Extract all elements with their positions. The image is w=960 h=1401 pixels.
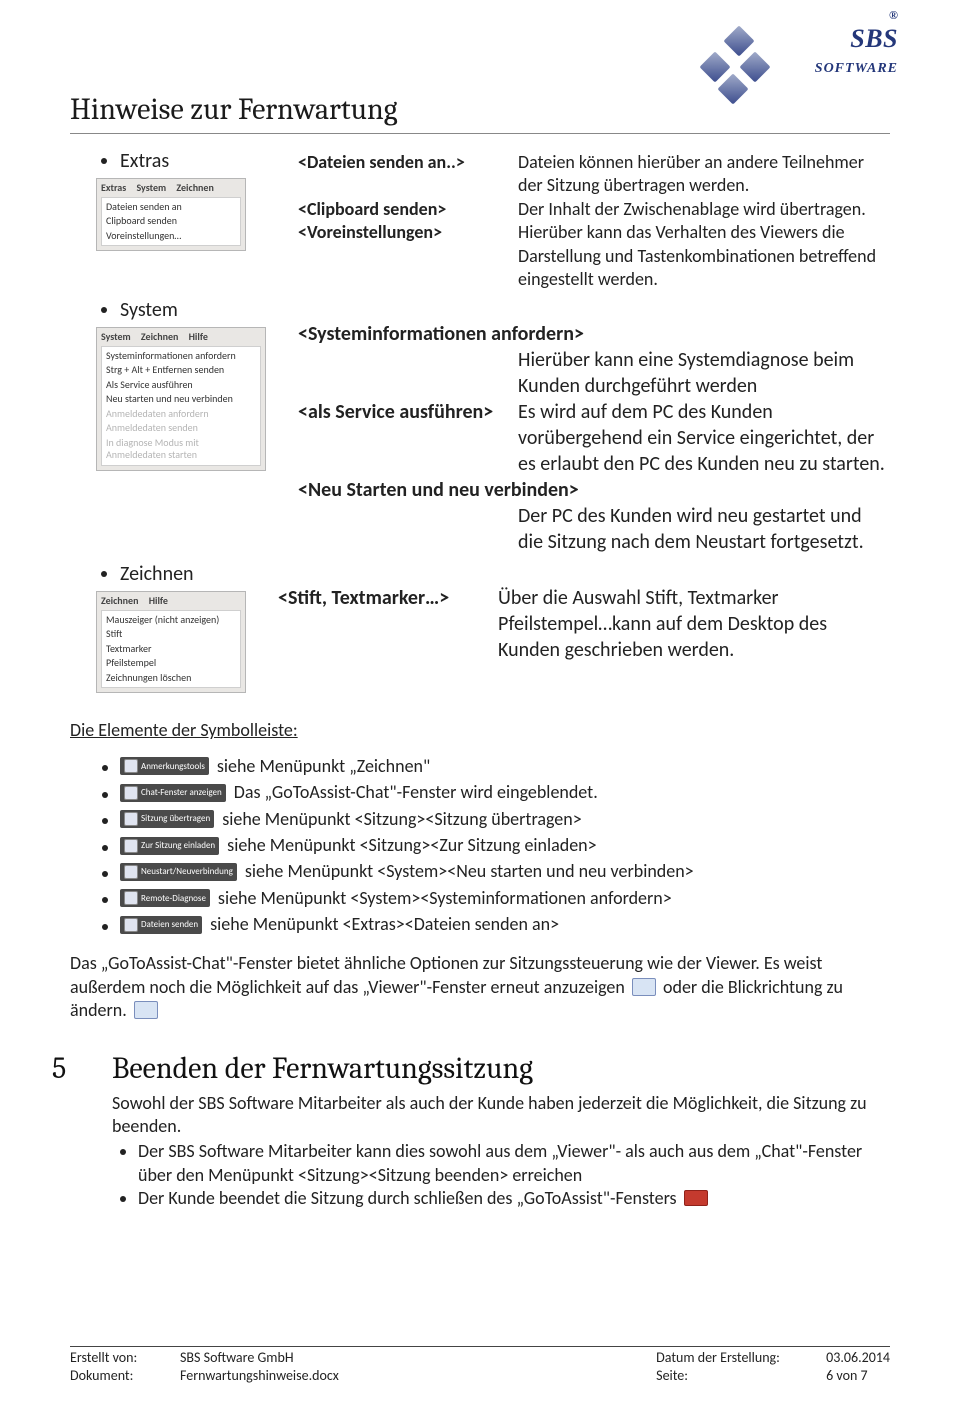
section-zeichnen-label: Zeichnen <box>120 562 194 586</box>
toolbar-heading: Die Elemente der Symbolleiste: <box>70 719 890 742</box>
system-row-service: <als Service ausführen> Es wird auf dem … <box>298 399 890 477</box>
toolbar-button-icon: Anmerkungstools <box>120 757 209 775</box>
section-system-label: System <box>120 298 178 322</box>
footer-date-label: Datum der Erstellung: <box>656 1349 826 1367</box>
system-definitions: <Systeminformationen anfordern> Hierüber… <box>298 321 890 555</box>
toolbar-desc: siehe Menüpunkt <Sitzung><Zur Sitzung ei… <box>227 834 596 857</box>
extras-menu-screenshot: Extras System Zeichnen Dateien senden an… <box>96 178 246 251</box>
toolbar-button-icon: Remote-Diagnose <box>120 889 210 907</box>
section-5-bullet-2: Der Kunde beendet die Sitzung durch schl… <box>138 1187 890 1210</box>
extras-row-dateien-senden: <Dateien senden an..> Dateien können hie… <box>298 151 890 198</box>
viewer-again-icon <box>632 978 656 996</box>
footer-date-value: 03.06.2014 <box>826 1349 890 1367</box>
toolbar-button-icon: Chat-Fenster anzeigen <box>120 784 226 802</box>
toolbar-icon <box>124 786 138 800</box>
section-extras: Extras Extras System Zeichnen Dateien se… <box>120 148 890 291</box>
toolbar-icon <box>124 759 138 773</box>
toolbar-button-icon: Zur Sitzung einladen <box>120 837 219 855</box>
system-head-restart: <Neu Starten und neu verbinden> <box>298 477 890 503</box>
zeichnen-menu-screenshot: Zeichnen Hilfe Mauszeiger (nicht anzeige… <box>96 591 246 693</box>
toolbar-button-icon: Sitzung übertragen <box>120 810 214 828</box>
toolbar-row: Anmerkungstools siehe Menüpunkt „Zeichnen… <box>120 755 890 778</box>
toolbar-desc: siehe Menüpunkt <System><Systeminformati… <box>218 887 672 910</box>
zeichnen-definitions: <Stift, Textmarker…> Über die Auswahl St… <box>278 585 890 663</box>
footer-document-value: Fernwartungshinweise.docx <box>180 1367 339 1385</box>
registered-mark: ® <box>730 8 898 24</box>
toolbar-row: Remote-Diagnose siehe Menüpunkt <System><… <box>120 887 890 910</box>
section-5: 5 Beenden der Fernwartungssitzung Sowohl… <box>70 1049 890 1211</box>
toolbar-desc: Das „GoToAssist-Chat"-Fenster wird einge… <box>234 781 598 804</box>
footer-page-value: 6 von 7 <box>826 1367 867 1385</box>
toolbar-desc: siehe Menüpunkt „Zeichnen" <box>217 755 430 778</box>
brand-name: SBS <box>850 24 898 53</box>
close-window-icon <box>684 1190 708 1206</box>
section-5-number: 5 <box>52 1049 112 1088</box>
toolbar-row: Sitzung übertragen siehe Menüpunkt <Sitzu… <box>120 808 890 831</box>
system-menu-screenshot: System Zeichnen Hilfe Systeminformatione… <box>96 327 266 471</box>
system-head-sysinfo: <Systeminformationen anfordern> <box>298 321 890 347</box>
footer-created-by-label: Erstellt von: <box>70 1349 180 1367</box>
section-5-lead: Sowohl der SBS Software Mitarbeiter als … <box>112 1092 890 1139</box>
extras-definitions: <Dateien senden an..> Dateien können hie… <box>298 151 890 291</box>
toolbar-desc: siehe Menüpunkt <Sitzung><Sitzung übertr… <box>222 808 581 831</box>
extras-row-clipboard: <Clipboard senden> Der Inhalt der Zwisch… <box>298 198 890 221</box>
toolbar-button-icon: Dateien senden <box>120 916 202 934</box>
footer-left: Erstellt von:SBS Software GmbH Dokument:… <box>70 1349 339 1385</box>
section-5-bullet-1: Der SBS Software Mitarbeiter kann dies s… <box>138 1140 890 1187</box>
toolbar-row: Chat-Fenster anzeigen Das „GoToAssist-Cha… <box>120 781 890 804</box>
section-5-title: Beenden der Fernwartungssitzung <box>112 1049 890 1088</box>
section-5-bullets: Der SBS Software Mitarbeiter kann dies s… <box>112 1140 890 1210</box>
section-list: Extras Extras System Zeichnen Dateien se… <box>70 148 890 693</box>
brand-logo: ® SBS SOFTWARE <box>730 8 898 79</box>
brand-subtitle: SOFTWARE <box>815 61 898 76</box>
toolbar-icon <box>124 839 138 853</box>
toolbar-row: Dateien senden siehe Menüpunkt <Extras><D… <box>120 913 890 936</box>
footer-page-label: Seite: <box>656 1367 826 1385</box>
toolbar-list: Anmerkungstools siehe Menüpunkt „Zeichnen… <box>70 755 890 937</box>
document-page: ® SBS SOFTWARE Hinweise zur Fernwartung … <box>0 0 960 1401</box>
toolbar-row: Neustart/Neuverbindung siehe Menüpunkt <S… <box>120 860 890 883</box>
system-desc-restart: Der PC des Kunden wird neu gestartet und… <box>518 503 890 555</box>
section-system: System System Zeichnen Hilfe Systeminfor… <box>120 297 890 555</box>
toolbar-icon <box>124 812 138 826</box>
toolbar-icon <box>124 918 138 932</box>
system-desc-sysinfo: Hierüber kann eine Systemdiagnose beim K… <box>518 347 890 399</box>
toolbar-button-icon: Neustart/Neuverbindung <box>120 863 237 881</box>
section-zeichnen: Zeichnen Zeichnen Hilfe Mauszeiger (nich… <box>120 561 890 693</box>
direction-icon <box>134 1001 158 1019</box>
toolbar-icon <box>124 865 138 879</box>
toolbar-icon <box>124 891 138 905</box>
chat-paragraph: Das „GoToAssist-Chat"-Fenster bietet ähn… <box>70 952 890 1022</box>
zeichnen-row-stift: <Stift, Textmarker…> Über die Auswahl St… <box>278 585 890 663</box>
toolbar-row: Zur Sitzung einladen siehe Menüpunkt <Sit… <box>120 834 890 857</box>
extras-row-voreinstellungen: <Voreinstellungen> Hierüber kann das Ver… <box>298 221 890 291</box>
footer-created-by-value: SBS Software GmbH <box>180 1349 294 1367</box>
toolbar-desc: siehe Menüpunkt <System><Neu starten und… <box>245 860 694 883</box>
toolbar-desc: siehe Menüpunkt <Extras><Dateien senden … <box>210 913 559 936</box>
footer-document-label: Dokument: <box>70 1367 180 1385</box>
section-extras-label: Extras <box>120 149 169 173</box>
page-footer: Erstellt von:SBS Software GmbH Dokument:… <box>70 1346 890 1385</box>
footer-right: Datum der Erstellung:03.06.2014 Seite:6 … <box>656 1349 890 1385</box>
